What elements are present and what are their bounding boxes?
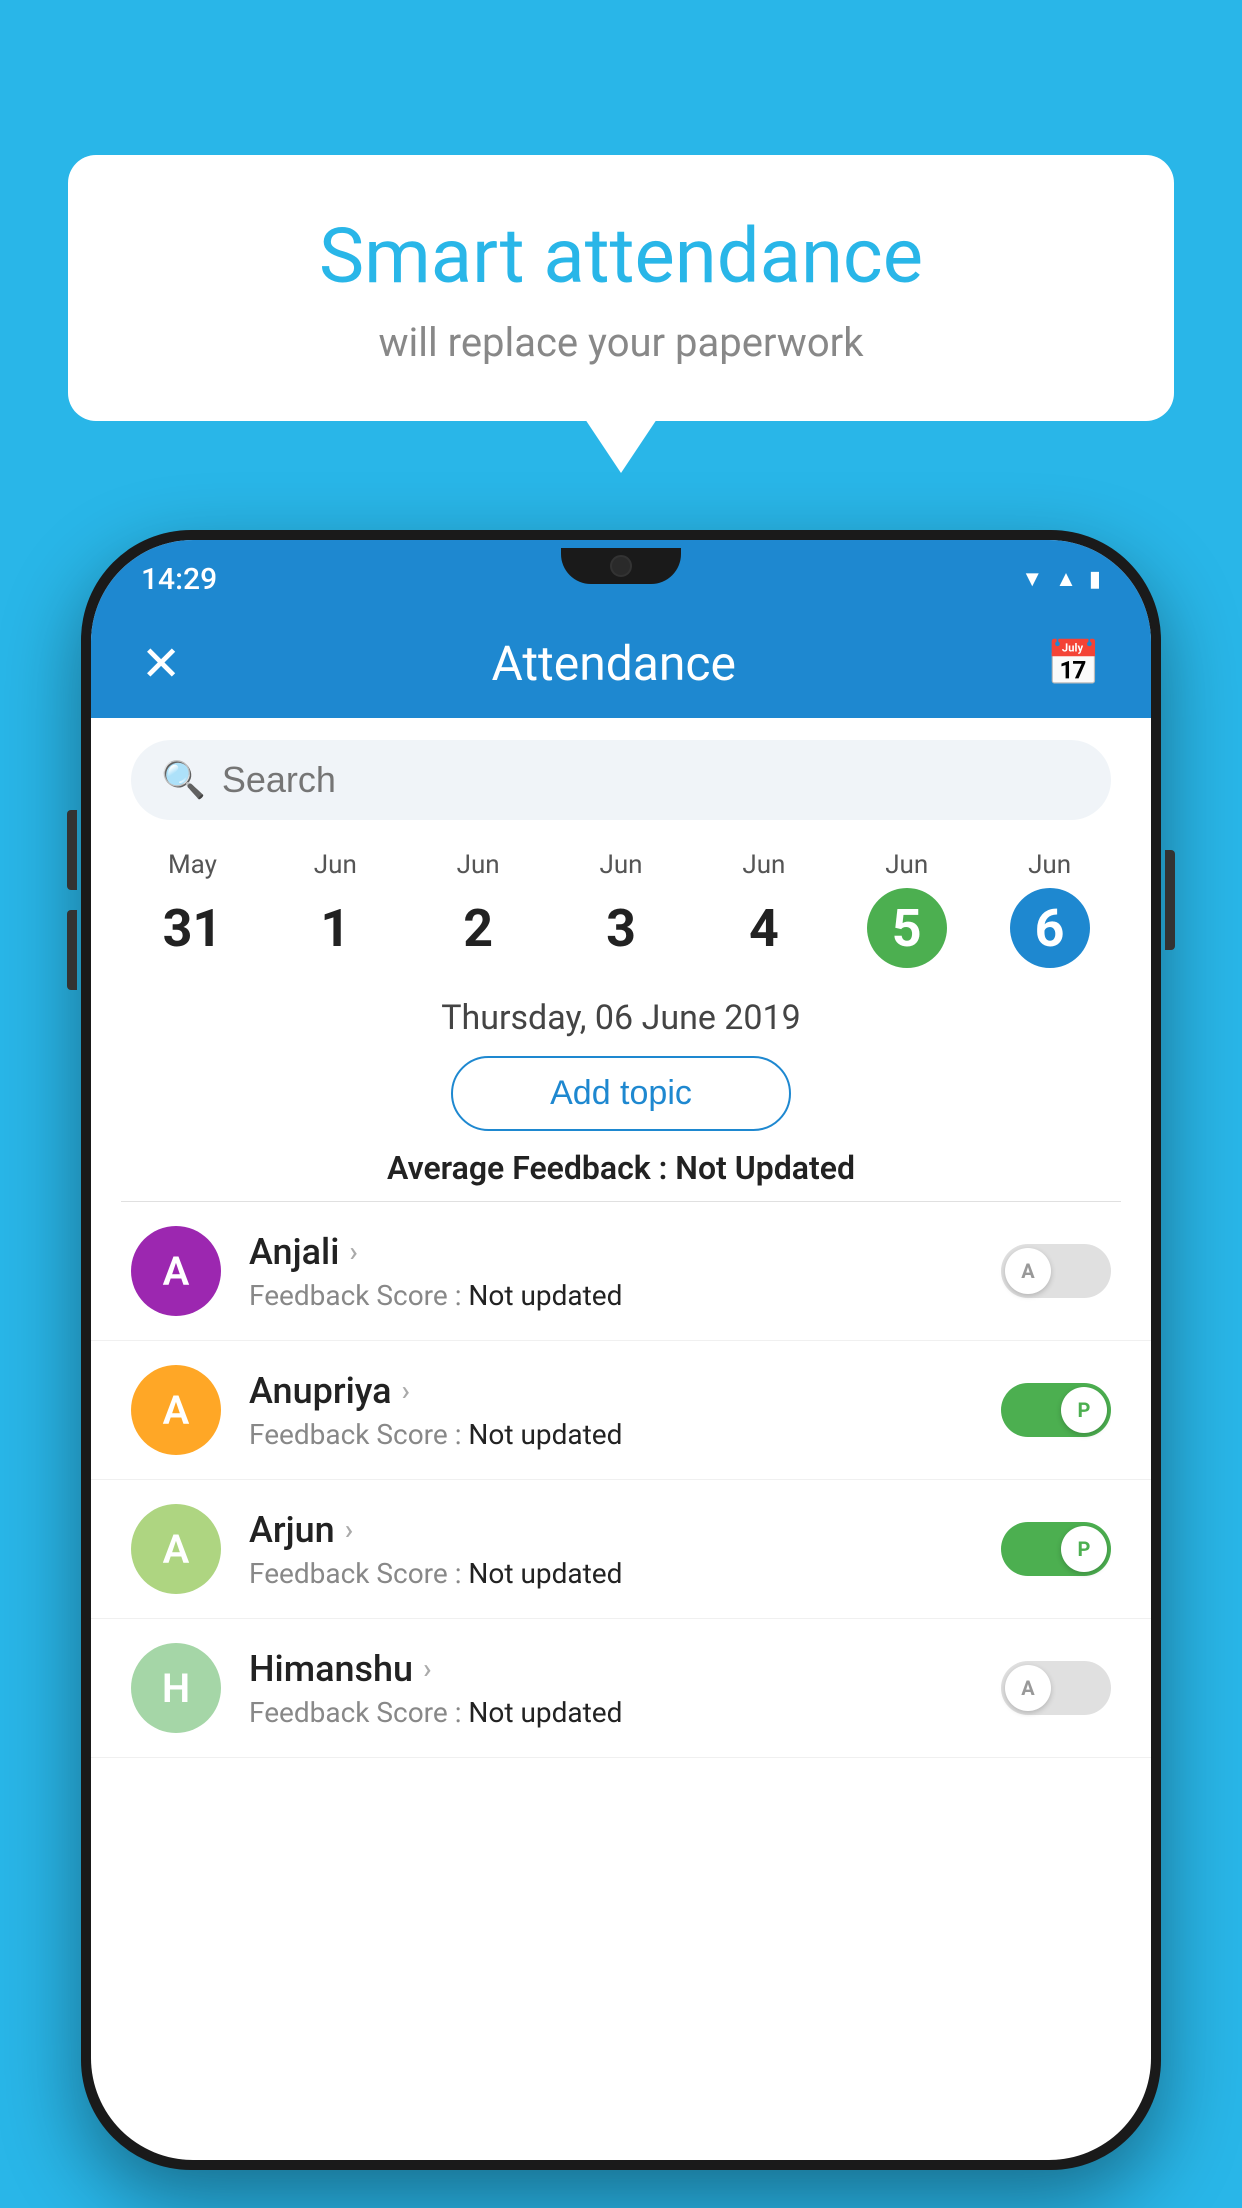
- student-avatar: A: [131, 1226, 221, 1316]
- date-item-31[interactable]: May 31: [121, 850, 264, 968]
- feedback-value: Not updated: [468, 1418, 622, 1451]
- vol-down-button: [67, 910, 77, 990]
- month-label: Jun: [692, 850, 835, 880]
- bubble-subtitle: will replace your paperwork: [118, 319, 1124, 366]
- status-time: 14:29: [141, 562, 217, 597]
- month-label: Jun: [978, 850, 1121, 880]
- power-button: [1165, 850, 1175, 950]
- day-number: 5: [867, 888, 947, 968]
- toggle-knob: P: [1061, 1387, 1107, 1433]
- feedback-value: Not updated: [468, 1557, 622, 1590]
- date-item-1[interactable]: Jun 1: [264, 850, 407, 968]
- speech-bubble: Smart attendance will replace your paper…: [68, 155, 1174, 421]
- student-avatar: H: [131, 1643, 221, 1733]
- close-button[interactable]: ✕: [141, 635, 181, 692]
- search-icon: 🔍: [161, 759, 206, 801]
- day-number: 6: [1010, 888, 1090, 968]
- student-item: A Anjali › Feedback Score : Not updated …: [91, 1202, 1151, 1341]
- chevron-icon: ›: [402, 1374, 410, 1407]
- attendance-toggle[interactable]: P: [1001, 1383, 1111, 1437]
- toggle-knob: P: [1061, 1526, 1107, 1572]
- search-bar[interactable]: 🔍: [131, 740, 1111, 820]
- toggle-knob: A: [1005, 1665, 1051, 1711]
- status-icons: ▼ ▲ ▮: [1021, 566, 1101, 592]
- student-info: Himanshu › Feedback Score : Not updated: [249, 1648, 1001, 1729]
- chevron-icon: ›: [349, 1235, 357, 1268]
- student-name[interactable]: Anupriya ›: [249, 1370, 1001, 1412]
- day-number: 4: [724, 888, 804, 968]
- chevron-icon: ›: [345, 1513, 353, 1546]
- battery-icon: ▮: [1089, 567, 1101, 592]
- app-title: Attendance: [491, 635, 736, 692]
- wifi-icon: ▼: [1021, 566, 1043, 592]
- month-label: Jun: [264, 850, 407, 880]
- day-number: 3: [581, 888, 661, 968]
- date-item-2[interactable]: Jun 2: [407, 850, 550, 968]
- vol-up-button: [67, 810, 77, 890]
- student-feedback: Feedback Score : Not updated: [249, 1279, 1001, 1312]
- date-item-6[interactable]: Jun 6: [978, 850, 1121, 968]
- student-name[interactable]: Arjun ›: [249, 1509, 1001, 1551]
- student-item: H Himanshu › Feedback Score : Not update…: [91, 1619, 1151, 1758]
- calendar-icon[interactable]: 📅: [1046, 637, 1101, 689]
- phone-screen: 14:29 ▼ ▲ ▮ ✕ Attendance 📅 🔍 May 31: [91, 540, 1151, 2160]
- student-name[interactable]: Anjali ›: [249, 1231, 1001, 1273]
- student-feedback: Feedback Score : Not updated: [249, 1696, 1001, 1729]
- day-number: 31: [152, 888, 232, 968]
- attendance-toggle[interactable]: P: [1001, 1522, 1111, 1576]
- month-label: May: [121, 850, 264, 880]
- student-feedback: Feedback Score : Not updated: [249, 1557, 1001, 1590]
- phone-device: 14:29 ▼ ▲ ▮ ✕ Attendance 📅 🔍 May 31: [81, 530, 1161, 2170]
- day-number: 1: [295, 888, 375, 968]
- student-info: Anjali › Feedback Score : Not updated: [249, 1231, 1001, 1312]
- phone-frame: 14:29 ▼ ▲ ▮ ✕ Attendance 📅 🔍 May 31: [81, 530, 1161, 2170]
- date-item-4[interactable]: Jun 4: [692, 850, 835, 968]
- date-item-5[interactable]: Jun 5: [835, 850, 978, 968]
- student-info: Anupriya › Feedback Score : Not updated: [249, 1370, 1001, 1451]
- avg-feedback-value: Not Updated: [675, 1149, 855, 1187]
- day-number: 2: [438, 888, 518, 968]
- feedback-value: Not updated: [468, 1279, 622, 1312]
- student-avatar: A: [131, 1365, 221, 1455]
- feedback-value: Not updated: [468, 1696, 622, 1729]
- attendance-toggle[interactable]: A: [1001, 1661, 1111, 1715]
- student-list: A Anjali › Feedback Score : Not updated …: [91, 1202, 1151, 1758]
- front-camera: [610, 555, 632, 577]
- search-input[interactable]: [222, 759, 1081, 801]
- student-info: Arjun › Feedback Score : Not updated: [249, 1509, 1001, 1590]
- signal-icon: ▲: [1055, 566, 1077, 592]
- student-feedback: Feedback Score : Not updated: [249, 1418, 1001, 1451]
- bubble-title: Smart attendance: [118, 215, 1124, 299]
- selected-date-label: Thursday, 06 June 2019: [91, 968, 1151, 1056]
- toggle-knob: A: [1005, 1248, 1051, 1294]
- add-topic-button[interactable]: Add topic: [451, 1056, 791, 1131]
- student-item: A Arjun › Feedback Score : Not updated P: [91, 1480, 1151, 1619]
- chevron-icon: ›: [423, 1652, 431, 1685]
- date-item-3[interactable]: Jun 3: [550, 850, 693, 968]
- attendance-toggle[interactable]: A: [1001, 1244, 1111, 1298]
- app-header: ✕ Attendance 📅: [91, 608, 1151, 718]
- student-name[interactable]: Himanshu ›: [249, 1648, 1001, 1690]
- avg-feedback: Average Feedback : Not Updated: [91, 1149, 1151, 1187]
- month-label: Jun: [835, 850, 978, 880]
- month-label: Jun: [550, 850, 693, 880]
- student-item: A Anupriya › Feedback Score : Not update…: [91, 1341, 1151, 1480]
- phone-notch: [561, 548, 681, 584]
- month-label: Jun: [407, 850, 550, 880]
- student-avatar: A: [131, 1504, 221, 1594]
- avg-feedback-label: Average Feedback :: [387, 1149, 667, 1187]
- date-strip: May 31 Jun 1 Jun 2 Jun 3 Jun 4 Jun 5 Jun…: [91, 820, 1151, 968]
